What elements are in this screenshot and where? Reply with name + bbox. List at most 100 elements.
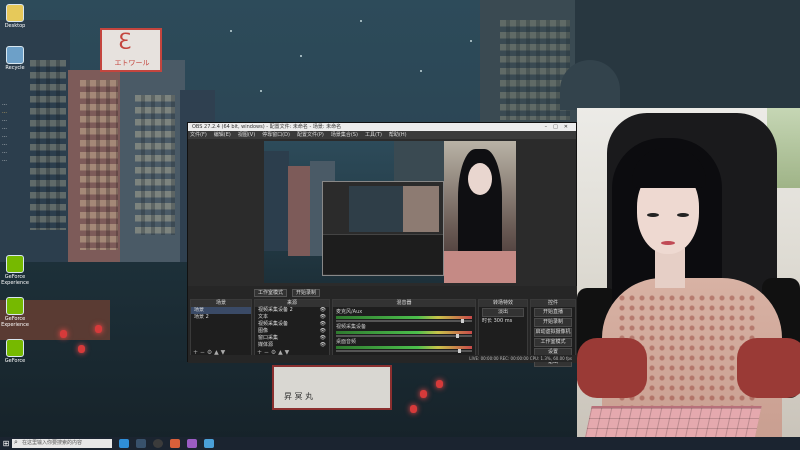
obs-preview[interactable]	[264, 141, 516, 283]
menu-tools[interactable]: 工具(T)	[365, 131, 382, 139]
star	[360, 20, 362, 22]
eye	[677, 213, 689, 217]
source-item[interactable]: 图像 👁	[255, 328, 329, 335]
lantern	[60, 330, 67, 338]
chat-line: …	[2, 125, 7, 131]
chat-line: …	[2, 109, 7, 115]
studio-mode-toggle[interactable]: 工作室模式	[254, 289, 288, 297]
steam-icon[interactable]	[136, 439, 146, 448]
taskbar: ⊞ 在这里输入你要搜索的内容	[0, 437, 800, 450]
desktop-icon[interactable]: GeForce Experience	[1, 297, 29, 331]
source-item[interactable]: 文本 👁	[255, 314, 329, 321]
taskbar-search[interactable]: 在这里输入你要搜索的内容	[12, 438, 112, 448]
source-item[interactable]: 窗口采集 👁	[255, 335, 329, 342]
building-windows	[135, 95, 175, 235]
recycle-bin-icon	[6, 46, 24, 64]
windows-start-icon[interactable]: ⊞	[0, 437, 12, 450]
menu-file[interactable]: 文件(F)	[190, 131, 207, 139]
lantern	[436, 380, 443, 388]
chat-line: …	[2, 133, 7, 139]
menu-edit[interactable]: 编辑(E)	[214, 131, 231, 139]
desktop-icon[interactable]: Recycle	[2, 46, 28, 80]
transition-select[interactable]: 淡出	[482, 308, 524, 317]
menu-docks[interactable]: 停靠窗口(D)	[262, 131, 290, 139]
virtual-camera-button[interactable]: 启动虚拟摄像机	[534, 328, 572, 337]
folder-icon	[6, 4, 24, 22]
lantern	[420, 390, 427, 398]
sources-header: 来源	[255, 300, 329, 307]
volume-meter	[336, 331, 472, 334]
preview-webcam	[444, 141, 516, 283]
menu-view[interactable]: 视图(V)	[238, 131, 255, 139]
desktop-icon[interactable]: Desktop	[2, 4, 28, 38]
geforce-icon	[6, 255, 24, 273]
chat-line: …	[2, 141, 7, 147]
lantern	[410, 405, 417, 413]
preview-nested-obs	[322, 181, 444, 276]
desktop-icon-column: Desktop Recycle	[2, 4, 30, 88]
scenes-header: 场景	[191, 300, 251, 307]
chat-line: …	[2, 149, 7, 155]
obs-icon[interactable]	[153, 439, 163, 448]
lantern	[95, 325, 102, 333]
chat-line: …	[2, 101, 7, 107]
desktop-icon[interactable]: GeForce Experience	[1, 255, 29, 289]
star	[470, 40, 472, 42]
volume-slider[interactable]	[336, 349, 472, 353]
window-title: OBS 27.2.4 (64 bit, windows) - 配置文件: 未命名…	[192, 124, 342, 130]
controls-header: 控件	[531, 300, 575, 307]
obs-title-bar[interactable]: OBS 27.2.4 (64 bit, windows) - 配置文件: 未命名…	[188, 123, 576, 131]
mixer-channel: 桌面音频	[333, 337, 475, 353]
menu-profile[interactable]: 配置文件(P)	[297, 131, 324, 139]
edge-icon[interactable]	[119, 439, 129, 448]
desktop-icon-column-bottom: GeForce Experience GeForce Experience Ge…	[1, 255, 32, 381]
boat-sign: 昇 冥 丸	[284, 392, 314, 401]
boat: 昇 冥 丸	[272, 365, 392, 410]
chat-overlay: … … … … … … … …	[2, 100, 97, 164]
scenes-dock: 场景 场景 场景 2 + − ⚙ ▲ ▼	[190, 299, 252, 357]
record-toggle[interactable]: 开始录制	[292, 289, 321, 297]
obs-status-bar: LIVE: 00:00:00 REC: 00:00:00 CPU: 1.3%, …	[188, 355, 576, 362]
app-icon[interactable]	[187, 439, 197, 448]
start-recording-button[interactable]: 开始录制	[534, 318, 572, 327]
shop-sign-board: ℇ エトワール	[100, 28, 162, 72]
mixer-header: 混音器	[333, 300, 475, 307]
source-item[interactable]: 视频采集设备 👁	[255, 321, 329, 328]
geforce-icon	[6, 339, 24, 357]
sleeve	[577, 338, 647, 398]
app-icon[interactable]	[170, 439, 180, 448]
duration-input[interactable]: 300 ms	[494, 318, 513, 324]
transitions-dock: 转场特效 淡出 时长 300 ms	[478, 299, 528, 357]
controls-dock: 控件 开始直播 开始录制 启动虚拟摄像机 工作室模式 设置 退出	[530, 299, 576, 367]
webcam-feed	[577, 108, 800, 450]
scene-item[interactable]: 场景 2	[191, 314, 251, 321]
scene-item[interactable]: 场景	[191, 307, 251, 314]
visibility-icon: 👁	[319, 328, 326, 334]
duration-row: 时长 300 ms	[482, 318, 513, 324]
obs-mode-bar: 工作室模式 开始录制	[254, 289, 321, 297]
menu-help[interactable]: 帮助(H)	[389, 131, 407, 139]
desktop-icon[interactable]: GeForce	[2, 339, 28, 373]
window-controls[interactable]: –□✕	[545, 123, 574, 131]
volume-meter	[336, 316, 472, 319]
start-streaming-button[interactable]: 开始直播	[534, 308, 572, 317]
streamer-neck	[655, 248, 685, 288]
eye	[647, 213, 659, 217]
menu-scene-collection[interactable]: 场景集合(S)	[331, 131, 358, 139]
sleeve	[737, 338, 800, 398]
source-item[interactable]: 视频采集设备 2 👁	[255, 307, 329, 314]
sources-dock: 来源 视频采集设备 2 👁 文本 👁 视频采集设备 👁 图像 👁 窗口采集 👁 媒体源 👁 …	[254, 299, 330, 357]
visibility-icon: 👁	[319, 342, 326, 348]
chat-line: …	[2, 117, 7, 123]
shop-logo: ℇ	[118, 30, 132, 55]
lantern	[78, 345, 85, 353]
star	[260, 90, 262, 92]
visibility-icon: 👁	[319, 321, 326, 327]
transitions-header: 转场特效	[479, 300, 527, 307]
app-icon[interactable]	[204, 439, 214, 448]
star	[230, 30, 232, 32]
mixer-dock: 混音器 麦克风/Aux 视频采集设备 桌面音频	[332, 299, 476, 357]
volume-meter	[336, 346, 472, 349]
studio-mode-button[interactable]: 工作室模式	[534, 338, 572, 347]
source-item[interactable]: 媒体源 👁	[255, 342, 329, 349]
